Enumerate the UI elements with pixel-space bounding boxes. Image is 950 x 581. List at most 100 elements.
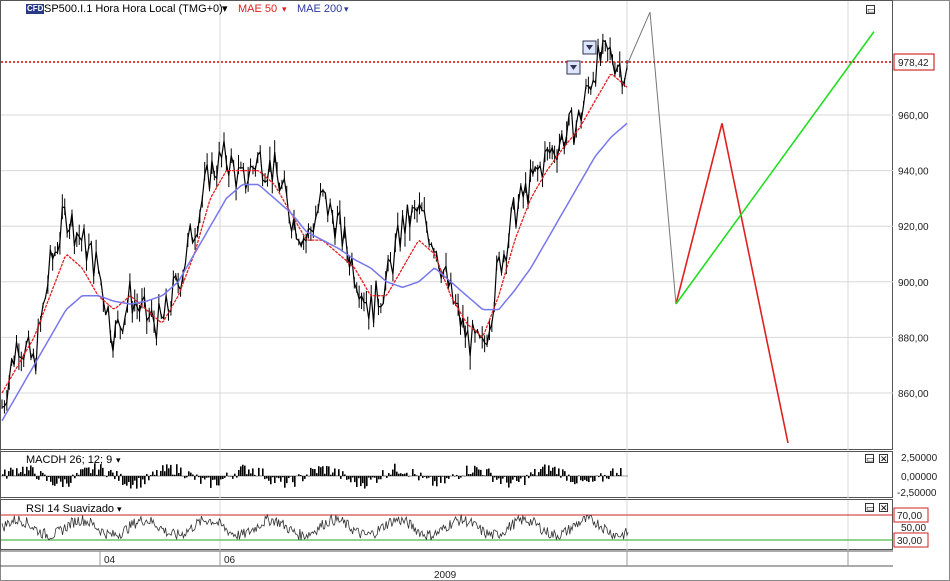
macd-bar [594, 476, 596, 481]
macd-bar [436, 476, 438, 487]
macd-bar [408, 476, 410, 477]
macd-bar [162, 465, 164, 476]
rsi-tick: 70,00 [897, 511, 922, 522]
macd-bar [366, 476, 368, 487]
macd-bar [512, 476, 514, 480]
macd-bar [570, 476, 572, 483]
ma50-label[interactable]: MAE 50 [238, 3, 277, 16]
macd-bar [326, 466, 328, 476]
macd-dropdown-icon[interactable]: ▾ [116, 454, 121, 467]
rsi-close-button[interactable]: ✕ [879, 503, 888, 513]
macd-bar [502, 476, 504, 479]
rsi-title[interactable]: RSI 14 Suavizado [26, 503, 114, 516]
macd-bar [534, 468, 536, 476]
macd-bar [342, 471, 344, 476]
macd-bar [138, 476, 140, 478]
macd-bar [246, 474, 248, 476]
macd-bar [402, 473, 404, 476]
macd-bar [172, 474, 174, 476]
macd-bar [300, 475, 302, 476]
ma200-label[interactable]: MAE 200 [297, 3, 342, 16]
macd-bar [146, 474, 148, 476]
macd-bar [374, 476, 376, 478]
macd-bar [398, 473, 400, 476]
macd-bar [488, 468, 490, 476]
macd-bar [492, 476, 494, 482]
macd-bar [516, 476, 518, 481]
macd-bar [526, 474, 528, 476]
macd-bar [272, 476, 274, 478]
macd-bar [88, 467, 90, 476]
macd-bar [600, 473, 602, 476]
macd-bar [160, 470, 162, 476]
ma50-dropdown-icon[interactable]: ▾ [282, 3, 287, 16]
macd-bar [406, 472, 408, 476]
macd-bar [328, 466, 330, 476]
macd-bar [112, 472, 114, 476]
macd-bar [132, 476, 134, 485]
macd-bar [346, 476, 348, 480]
macd-bar [566, 476, 568, 481]
macd-bar [230, 476, 232, 477]
macd-bar [602, 476, 604, 482]
macd-bar [568, 474, 570, 476]
symbol-title[interactable]: SP500.I.1 Hora Hora Local (TMG+0) [44, 3, 223, 16]
price-tick: 860,00 [898, 389, 929, 400]
macd-bar [164, 471, 166, 476]
macd-bar [156, 470, 158, 476]
macd-bar [376, 476, 378, 483]
macd-bar [454, 476, 456, 477]
macd-bar [180, 467, 182, 476]
macd-bar [430, 476, 432, 477]
macd-bar [440, 476, 442, 483]
rsi-dropdown-icon[interactable]: ▾ [117, 503, 122, 516]
macd-bar [474, 465, 476, 476]
macd-bar [242, 464, 244, 476]
macd-bar [232, 476, 234, 479]
macd-bar [38, 476, 40, 480]
macd-bar [194, 476, 196, 480]
macd-bar [606, 476, 608, 479]
macd-bar [198, 476, 200, 478]
macd-bar [124, 476, 126, 485]
macd-bar [252, 468, 254, 476]
ma200-dropdown-icon[interactable]: ▾ [344, 3, 349, 16]
macd-bar [244, 465, 246, 476]
macd-bar [226, 472, 228, 476]
rsi-maximize-button[interactable]: ▭ [865, 503, 875, 513]
macd-bar [76, 472, 78, 476]
macd-bar [414, 474, 416, 476]
macd-bar [114, 476, 116, 480]
macd-bar [46, 476, 48, 481]
macd-bar [168, 468, 170, 476]
macd-bar [192, 474, 194, 476]
macd-close-button[interactable]: ✕ [879, 454, 888, 464]
macd-maximize-button[interactable]: ▭ [865, 454, 875, 464]
macd-bar [212, 476, 214, 480]
macd-bar [52, 476, 54, 486]
macd-bar [142, 476, 144, 480]
macd-bar [134, 476, 136, 481]
macd-bar [282, 476, 284, 478]
macd-bar [276, 476, 278, 478]
macd-bar [546, 474, 548, 476]
macd-bar [352, 476, 354, 478]
macd-bar [522, 476, 524, 477]
macd-bar [310, 467, 312, 476]
maximize-button[interactable]: ▭ [866, 5, 876, 15]
macd-bar [338, 469, 340, 476]
signal-marker-sell[interactable] [582, 40, 597, 55]
macd-bar [58, 476, 60, 479]
macd-bar [248, 469, 250, 476]
macd-bar [220, 476, 222, 480]
symbol-dropdown-icon[interactable]: ▾ [222, 3, 228, 16]
macd-bar [530, 472, 532, 476]
signal-marker-sell[interactable] [566, 60, 581, 75]
macd-bar [506, 476, 508, 483]
macd-bar [434, 476, 436, 482]
macd-title[interactable]: MACDH 26; 12; 9 [26, 454, 112, 467]
macd-bar [126, 476, 128, 486]
macd-bar [280, 476, 282, 482]
macd-bar [166, 464, 168, 476]
macd-bar [258, 467, 260, 476]
